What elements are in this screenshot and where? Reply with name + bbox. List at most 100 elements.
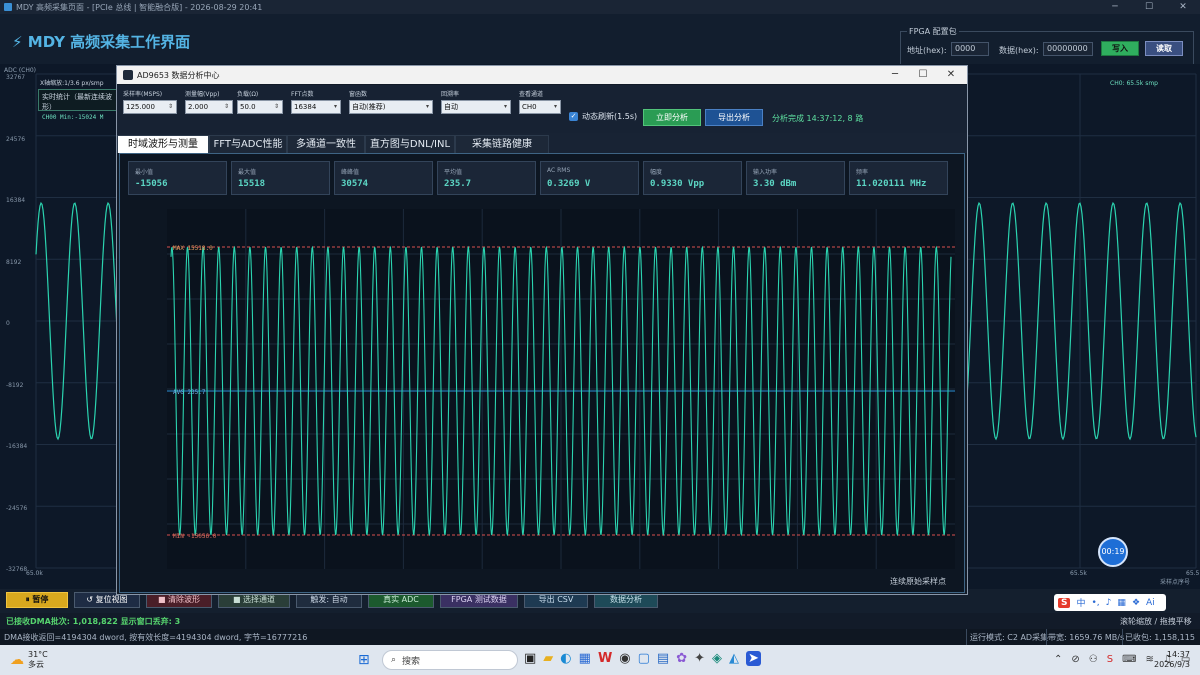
bg-y-tick-label: -32768 <box>6 566 28 573</box>
analysis-tabs: 时域波形与测量 FFT与ADC性能 多通道一致性 直方图与DNL/INL 采集链… <box>117 133 967 153</box>
measurement-label: 最小值 <box>135 169 154 176</box>
task-view-icon[interactable]: ▣ <box>524 651 536 666</box>
bg-y-tick-label: 8192 <box>6 258 22 266</box>
fpga-addr-label: 地址(hex): <box>907 46 947 55</box>
scroll-hint: 滚轮缩放 / 拖拽平移 <box>1120 617 1192 626</box>
measurement-value: 0.9330 Vpp <box>650 179 705 189</box>
file-explorer-icon[interactable]: ▰ <box>543 651 553 666</box>
pause-button[interactable]: ⏸ 暂停 <box>6 592 68 608</box>
chevron-down-icon: ▾ <box>503 103 507 110</box>
window-function-select[interactable]: 自动(推荐) ▾ <box>349 100 433 114</box>
bg-y-tick-label: -16384 <box>6 443 28 450</box>
param-rollback: 回溯率 自动 ▾ <box>441 89 511 114</box>
ime-skin-icon[interactable]: ❖ <box>1132 598 1140 608</box>
measurement-card: 幅度 0.9330 Vpp <box>643 161 742 195</box>
param-label: 回溯率 <box>441 91 460 98</box>
start-menu-icon[interactable]: ⊞ <box>358 652 370 668</box>
window-app-icon[interactable]: ▢ <box>638 651 650 666</box>
chevron-down-icon: ▾ <box>553 103 557 110</box>
bg-y-tick-label: 24576 <box>6 135 26 143</box>
range-spinbox[interactable]: 2.000 ⇕ <box>185 100 233 114</box>
tab-time-domain[interactable]: 时域波形与测量 <box>117 135 209 153</box>
time-domain-panel: 最小值 -15056 最大值 15518 峰峰值 30574 平均值 235.7 AC RMS 0… <box>119 153 965 593</box>
status-bar-primary: 已接收DMA批次: 1,018,822 显示窗口丢弃: 3 滚轮缩放 / 拖拽平… <box>0 613 1200 629</box>
channel-select[interactable]: CH0 ▾ <box>519 100 561 114</box>
dialog-maximize-button[interactable]: ☐ <box>911 66 935 84</box>
time-domain-plot[interactable]: MAX 15518.0 AVG 235.7 MIN -15056.0 <box>167 209 955 569</box>
app-window-title: MDY 高频采集页面 - [PCIe 总线 | 智能融合版] - 2026-08… <box>16 2 263 12</box>
spin-arrows-icon: ⇕ <box>167 103 173 110</box>
bg-y-tick-label: 32767 <box>6 74 26 81</box>
wps-icon[interactable]: W <box>598 651 612 666</box>
clock-time: 14:37 <box>1166 650 1190 659</box>
param-window: 窗函数 自动(推荐) ▾ <box>349 89 433 114</box>
fpga-write-button[interactable]: 写入 <box>1101 41 1139 56</box>
ime-mic-icon[interactable]: ♪ <box>1106 598 1112 608</box>
ime-keyboard-icon[interactable]: ▦ <box>1117 598 1126 608</box>
tab-link-health[interactable]: 采集链路健康 <box>455 135 549 153</box>
ime-punct-icon[interactable]: •, <box>1092 598 1100 608</box>
search-placeholder: 搜索 <box>402 656 421 667</box>
tab-fft[interactable]: FFT与ADC性能 <box>209 135 287 153</box>
tab-histogram[interactable]: 直方图与DNL/INL <box>365 135 455 153</box>
tray-network-off-icon[interactable]: ⊘ <box>1071 654 1079 665</box>
edge-browser-icon[interactable]: ◐ <box>560 651 571 666</box>
fpga-read-button[interactable]: 读取 <box>1145 41 1183 56</box>
tray-wifi-icon[interactable]: ≋ <box>1146 654 1154 665</box>
dialog-close-button[interactable]: ✕ <box>939 66 963 84</box>
analysis-dialog: AD9653 数据分析中心 ─ ☐ ✕ 采样率(MSPS) 125.000 ⇕ 测… <box>116 65 968 595</box>
measurement-label: AC RMS <box>547 167 571 174</box>
run-mode-status: 运行模式: C2 AD采集 <box>970 633 1049 642</box>
tool-app-icon[interactable]: ✦ <box>694 651 705 666</box>
close-button[interactable]: ✕ <box>1166 0 1200 14</box>
chat-app-icon[interactable]: ◉ <box>619 651 630 666</box>
dialog-minimize-button[interactable]: ─ <box>883 66 907 84</box>
param-label: 测量幅(Vpp) <box>185 91 220 98</box>
terminal-app-icon[interactable]: ◈ <box>712 651 722 666</box>
param-label: 查看通道 <box>519 91 544 98</box>
ime-ai-button[interactable]: Ai <box>1146 598 1155 608</box>
measurement-label: 最大值 <box>238 169 257 176</box>
tray-game-icon[interactable]: ⚇ <box>1089 654 1098 665</box>
weather-widget[interactable]: ☁ 31°C 多云 <box>10 650 48 670</box>
image-app-icon[interactable]: ◭ <box>729 651 739 666</box>
bandwidth-status: 带宽: 1659.76 MB/s <box>1048 633 1125 642</box>
fft-points-select[interactable]: 16384 ▾ <box>291 100 341 114</box>
rollback-select[interactable]: 自动 ▾ <box>441 100 511 114</box>
measurement-value: 30574 <box>341 179 369 189</box>
elapsed-timer-badge[interactable]: 00:19 <box>1098 537 1128 567</box>
sample-rate-spinbox[interactable]: 125.000 ⇕ <box>123 100 177 114</box>
store-icon[interactable]: ▦ <box>579 651 591 666</box>
param-label: 负载(Ω) <box>237 91 259 98</box>
tray-keyboard-icon[interactable]: ⌨ <box>1122 654 1136 665</box>
bg-x-title: 采样点序号 <box>1160 579 1191 586</box>
export-analysis-button[interactable]: 导出分析 <box>705 109 763 126</box>
chevron-down-icon: ▾ <box>425 103 429 110</box>
taskbar-clock[interactable]: 14:37 2026/9/3 <box>1154 650 1190 670</box>
taskbar-search[interactable]: ⌕ 搜索 <box>382 650 518 670</box>
weather-desc: 多云 <box>28 660 44 669</box>
fpga-data-input[interactable]: 00000000 <box>1043 42 1093 56</box>
analyze-now-button[interactable]: 立即分析 <box>643 109 701 126</box>
app-header: ⚡ MDY 高频采集工作界面 FPGA 配置包 地址(hex): 0000 数据… <box>0 14 1200 73</box>
ime-logo-icon: S <box>1058 597 1071 608</box>
document-app-icon[interactable]: ▤ <box>657 651 669 666</box>
ime-lang-toggle[interactable]: 中 <box>1076 596 1085 609</box>
tray-overflow-icon[interactable]: ⌃ <box>1054 654 1062 665</box>
bg-y-tick-label: 0 <box>6 320 10 327</box>
tray-ime-icon[interactable]: S <box>1107 654 1113 665</box>
ime-toolbar[interactable]: S 中 •, ♪ ▦ ❖ Ai <box>1054 594 1166 611</box>
auto-refresh-checkbox[interactable]: ✓ 动态刷新(1.5s) <box>569 111 637 122</box>
bg-y-tick-label: -24576 <box>6 504 28 512</box>
measurement-label: 输入功率 <box>753 169 778 176</box>
active-app-icon[interactable]: ➤ <box>746 651 761 666</box>
cat-app-icon[interactable]: ✿ <box>676 651 687 666</box>
measurement-card: 峰峰值 30574 <box>334 161 433 195</box>
load-spinbox[interactable]: 50.0 ⇕ <box>237 100 283 114</box>
fpga-addr-input[interactable]: 0000 <box>951 42 989 56</box>
maximize-button[interactable]: ☐ <box>1132 0 1166 14</box>
tab-multichannel[interactable]: 多通道一致性 <box>287 135 365 153</box>
measurement-card: 输入功率 3.30 dBm <box>746 161 845 195</box>
measurement-label: 幅度 <box>650 169 663 176</box>
minimize-button[interactable]: ─ <box>1098 0 1132 14</box>
